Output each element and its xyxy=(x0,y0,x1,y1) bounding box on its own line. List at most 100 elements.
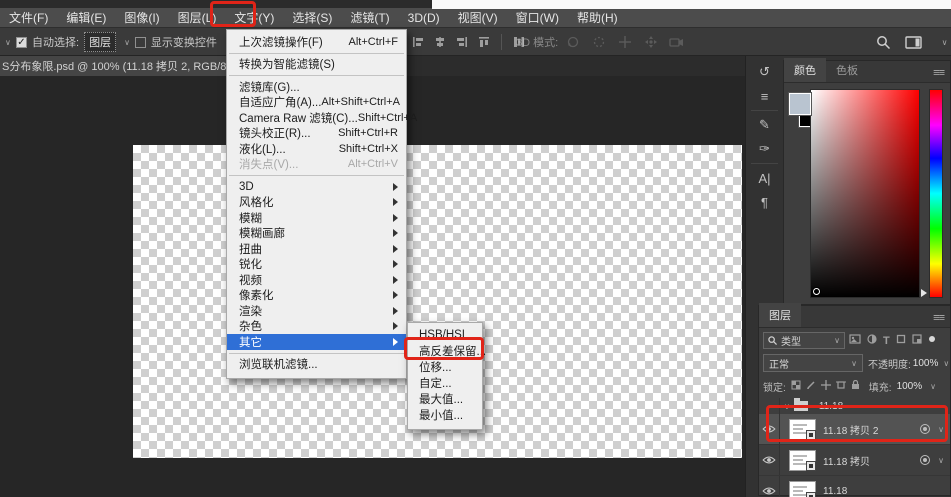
filter-submenu-item[interactable]: HSB/HSL xyxy=(408,327,482,343)
filter-menu-item[interactable]: 扭曲 xyxy=(227,241,406,257)
align-left-icon[interactable] xyxy=(409,33,427,51)
lock-image-icon[interactable] xyxy=(806,380,816,393)
lock-artboard-icon[interactable] xyxy=(835,380,846,393)
history-panel-icon[interactable]: ↺ xyxy=(748,60,781,84)
menubar-item-帮助[interactable]: 帮助(H) xyxy=(568,8,627,28)
menubar-item-图层[interactable]: 图层(L) xyxy=(169,8,226,28)
layer-row[interactable]: 11.18 拷贝 2 ∨ xyxy=(759,414,950,445)
smart-object-filter-icon[interactable] xyxy=(912,334,922,347)
menubar-item-图像[interactable]: 图像(I) xyxy=(115,8,168,28)
chevron-down-icon[interactable]: ∨ xyxy=(934,33,951,51)
filter-submenu-item[interactable]: 最大值... xyxy=(408,391,482,407)
foreground-color-swatch[interactable] xyxy=(788,92,812,116)
filter-menu-item[interactable]: 镜头校正(R)... Shift+Ctrl+R xyxy=(227,126,406,142)
filter-menu-item[interactable]: 像素化 xyxy=(227,288,406,304)
3d-camera-icon[interactable] xyxy=(668,33,686,51)
color-picker-handle[interactable] xyxy=(813,288,820,295)
filter-menu-item[interactable]: 视频 xyxy=(227,272,406,288)
lock-position-icon[interactable] xyxy=(820,379,831,393)
menubar-item-编辑[interactable]: 编辑(E) xyxy=(57,8,115,28)
filter-menu-item[interactable]: 自适应广角(A)... Alt+Shift+Ctrl+A xyxy=(227,95,406,111)
visibility-well[interactable] xyxy=(759,476,780,497)
smart-filter-icon[interactable] xyxy=(920,424,931,434)
workspace-switcher-icon[interactable] xyxy=(904,33,922,51)
3d-roll-icon[interactable] xyxy=(590,33,608,51)
shape-layer-filter-icon[interactable] xyxy=(896,334,906,347)
filter-menu-item[interactable]: 模糊 xyxy=(227,210,406,226)
chevron-down-icon[interactable]: ∨ xyxy=(930,382,936,391)
filter-menu-item[interactable]: Camera Raw 滤镜(C)... Shift+Ctrl+A xyxy=(227,110,417,126)
show-transform-checkbox[interactable] xyxy=(134,36,146,48)
layer-thumbnail[interactable] xyxy=(789,449,816,471)
filter-toggle-icon[interactable] xyxy=(928,335,936,346)
eye-icon[interactable] xyxy=(762,455,776,465)
3d-slide-icon[interactable] xyxy=(642,33,660,51)
filter-submenu-item[interactable]: 自定... xyxy=(408,375,482,391)
menubar-item-滤镜[interactable]: 滤镜(T) xyxy=(341,8,398,28)
blend-mode-dropdown[interactable]: 正常 ∨ xyxy=(763,354,863,372)
eye-icon[interactable] xyxy=(762,486,776,496)
panel-menu-icon[interactable]: ≡≡ xyxy=(933,67,945,79)
filter-menu-item[interactable]: 其它 xyxy=(227,334,406,350)
align-top-icon[interactable] xyxy=(475,33,493,51)
layer-thumbnail[interactable] xyxy=(789,418,816,440)
filter-menu-item[interactable]: 3D xyxy=(227,179,406,195)
filter-menu-item[interactable]: 模糊画廊 xyxy=(227,226,406,242)
visibility-well[interactable] xyxy=(759,445,780,475)
opacity-value[interactable]: 100% xyxy=(913,358,939,369)
chevron-down-icon[interactable]: ∨ xyxy=(938,456,944,465)
paragraph-panel-icon[interactable]: ¶ xyxy=(748,190,781,214)
layer-thumbnail[interactable] xyxy=(789,480,816,497)
panel-menu-icon[interactable]: ≡≡ xyxy=(933,312,945,324)
chevron-down-icon[interactable]: ∨ xyxy=(943,359,949,368)
filter-submenu-item[interactable]: 最小值... xyxy=(408,407,482,423)
auto-select-checkbox[interactable]: ✓ xyxy=(16,36,27,48)
filter-submenu-item[interactable]: 高反差保留... xyxy=(408,343,486,359)
tab-swatches[interactable]: 色板 xyxy=(826,58,868,82)
layer-filter-type-dropdown[interactable]: 类型 ∨ xyxy=(763,332,845,349)
filter-menu-item[interactable]: 渲染 xyxy=(227,303,406,319)
tool-preset-chevron-icon[interactable]: ∨ xyxy=(5,38,11,47)
lock-all-icon[interactable] xyxy=(851,379,860,393)
character-panel-icon[interactable]: A| xyxy=(748,166,781,190)
pixel-layer-filter-icon[interactable] xyxy=(849,334,861,347)
tool-presets-panel-icon[interactable]: ✑ xyxy=(748,137,781,161)
menubar-item-文字[interactable]: 文字(Y) xyxy=(225,8,283,28)
visibility-well[interactable] xyxy=(759,414,780,444)
filter-menu-item[interactable]: 上次滤镜操作(F) Alt+Ctrl+F xyxy=(227,34,406,50)
type-layer-filter-icon[interactable]: T xyxy=(883,335,890,347)
brush-settings-panel-icon[interactable]: ✎ xyxy=(748,113,781,137)
properties-panel-icon[interactable]: ≡ xyxy=(748,84,781,108)
3d-pan-icon[interactable] xyxy=(616,33,634,51)
3d-orbit-icon[interactable] xyxy=(564,33,582,51)
filter-menu-item[interactable]: 风格化 xyxy=(227,195,406,211)
layer-row[interactable]: 11.18 xyxy=(759,476,950,497)
document-tab[interactable]: S分布象限.psd @ 100% (11.18 拷贝 2, RGB/8) * × xyxy=(0,56,261,76)
tab-color[interactable]: 颜色 xyxy=(784,58,826,82)
hue-slider-handle[interactable] xyxy=(921,289,927,297)
lock-transparency-icon[interactable] xyxy=(791,380,801,393)
layer-group-row[interactable]: ∨ 11.18 xyxy=(759,398,950,414)
eye-icon[interactable] xyxy=(762,424,776,434)
search-icon[interactable] xyxy=(874,33,892,51)
saturation-brightness-field[interactable] xyxy=(810,89,920,298)
chevron-down-icon[interactable]: ∨ xyxy=(938,425,944,434)
align-right-icon[interactable] xyxy=(453,33,471,51)
visibility-well[interactable] xyxy=(759,398,780,414)
fill-value[interactable]: 100% xyxy=(897,381,923,392)
filter-menu-item[interactable]: 液化(L)... Shift+Ctrl+X xyxy=(227,141,406,157)
menubar-item-视图[interactable]: 视图(V) xyxy=(449,8,507,28)
filter-menu-item[interactable]: 浏览联机滤镜... xyxy=(227,357,406,373)
layer-row[interactable]: 11.18 拷贝 ∨ xyxy=(759,445,950,476)
tab-layers[interactable]: 图层 xyxy=(759,303,801,327)
chevron-down-icon[interactable]: ∨ xyxy=(124,38,130,47)
auto-select-target-dropdown[interactable]: 图层 xyxy=(84,32,117,52)
filter-menu-item[interactable]: 锐化 xyxy=(227,257,406,273)
filter-menu-item[interactable]: 杂色 xyxy=(227,319,406,335)
menubar-item-3D[interactable]: 3D(D) xyxy=(399,8,449,28)
filter-menu-item[interactable]: 滤镜库(G)... xyxy=(227,79,406,95)
smart-filter-icon[interactable] xyxy=(920,455,931,465)
hue-slider[interactable] xyxy=(929,89,943,298)
group-expand-icon[interactable]: ∨ xyxy=(784,402,790,411)
menubar-item-选择[interactable]: 选择(S) xyxy=(283,8,341,28)
